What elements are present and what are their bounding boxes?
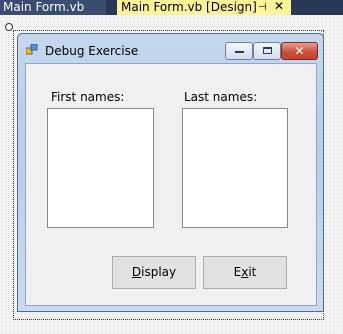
selection-grip-handle[interactable] <box>5 23 13 31</box>
maximize-icon <box>263 47 272 54</box>
tab-label: Main Form.vb [Design] <box>121 0 257 14</box>
last-names-label: Last names: <box>184 90 258 104</box>
pin-icon[interactable]: ⊣ <box>258 0 267 15</box>
form-title: Debug Exercise <box>45 44 139 58</box>
first-names-listbox[interactable] <box>47 108 154 228</box>
minimize-button[interactable] <box>225 42 253 60</box>
tab-label: Main Form.vb <box>3 0 85 14</box>
form-app-icon <box>26 44 38 55</box>
display-accel-key: D <box>131 265 142 279</box>
maximize-button[interactable] <box>253 42 281 60</box>
document-tab-strip: Main Form.vb Main Form.vb [Design] ⊣ ✕ <box>0 0 343 15</box>
close-icon[interactable]: ✕ <box>274 0 284 14</box>
first-names-label: First names: <box>51 90 125 104</box>
exit-button[interactable]: Exit <box>203 256 287 289</box>
display-button[interactable]: Display <box>112 256 196 289</box>
tab-main-form-design[interactable]: Main Form.vb [Design] ⊣ ✕ <box>117 0 291 15</box>
form-window[interactable]: Debug Exercise ✕ First names: Last names… <box>17 33 324 312</box>
minimize-icon <box>235 51 244 53</box>
last-names-listbox[interactable] <box>182 108 288 228</box>
close-window-button[interactable]: ✕ <box>281 42 318 60</box>
close-icon: ✕ <box>294 44 305 58</box>
form-client-area: First names: Last names: Display Exit <box>25 63 317 306</box>
tab-main-form-code[interactable]: Main Form.vb <box>0 0 106 15</box>
display-label-rest: isplay <box>141 265 177 279</box>
form-title-bar[interactable]: Debug Exercise ✕ <box>18 34 323 62</box>
exit-label-rest: it <box>248 265 257 279</box>
